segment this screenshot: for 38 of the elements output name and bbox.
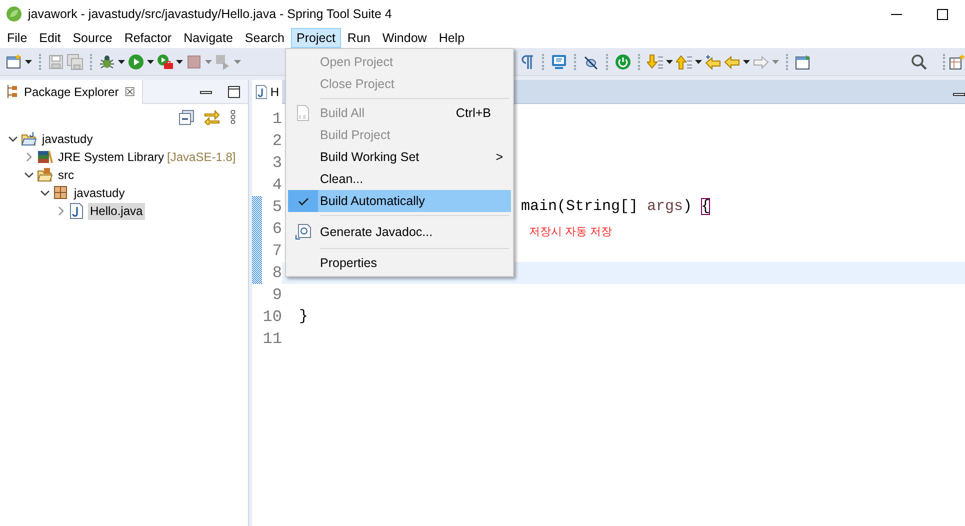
close-tab-button[interactable]: ☒ [124, 82, 136, 100]
menu-item[interactable]: Source [66, 28, 118, 48]
line-number: 5 [271, 197, 282, 218]
menu-item[interactable]: Refactor [118, 28, 178, 48]
menu-item[interactable]: Clean... [288, 168, 511, 190]
line-number: 7 [271, 241, 282, 262]
annotation-text: 저장시 자동 저장 [529, 226, 612, 238]
menu-item[interactable]: Run [341, 28, 376, 48]
tree-item[interactable]: JRE System Library [JavaSE-1.8] [56, 148, 238, 166]
menu-item[interactable]: Project [290, 28, 342, 48]
menu-item[interactable]: Build Automatically [288, 190, 511, 212]
menu-item[interactable]: Navigate [178, 28, 239, 48]
window-title: javawork - javastudy/src/javastudy/Hello.java - Spring Tool Suite 4 [28, 6, 392, 23]
line-number: 6 [271, 219, 282, 240]
menu-item[interactable]: Build Working Set > [288, 146, 511, 168]
editor-tab[interactable]: H [252, 80, 282, 104]
line-number: 10 [262, 307, 282, 328]
line-number: 2 [271, 131, 282, 152]
code-text: } [299, 308, 308, 325]
view-tab[interactable]: Package Explorer ☒ [0, 80, 143, 104]
menu-item[interactable]: Properties [288, 252, 511, 274]
tree-item[interactable]: Hello.java [88, 202, 145, 220]
line-number: 8 [271, 263, 282, 284]
line-number: 11 [262, 329, 282, 350]
tree-item[interactable]: javastudy [40, 130, 95, 148]
menu-item[interactable]: Window [376, 28, 433, 48]
menu-item[interactable]: Generate Javadoc... [288, 219, 511, 245]
line-number: 9 [271, 285, 282, 306]
tree-item[interactable]: javastudy [72, 184, 127, 202]
menu-item[interactable]: Help [432, 28, 471, 48]
tree-item[interactable]: src [56, 166, 76, 184]
code-text: main(String[] args) { [521, 198, 710, 215]
menu-item[interactable]: Search [238, 28, 291, 48]
line-number: 3 [271, 153, 282, 174]
line-number: 1 [271, 109, 282, 130]
line-number: 4 [271, 175, 282, 196]
menu-item[interactable]: File [1, 28, 34, 48]
menu-item[interactable]: Edit [33, 28, 67, 48]
